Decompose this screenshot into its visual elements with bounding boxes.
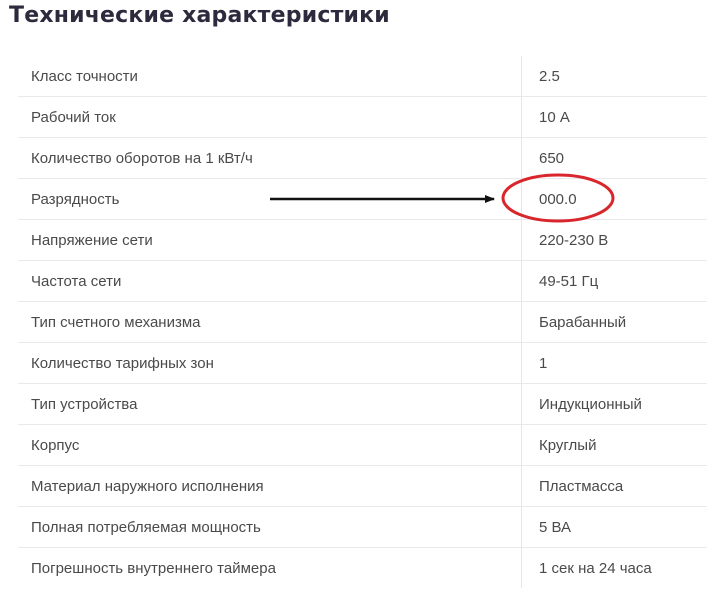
spec-value: 49-51 Гц: [521, 260, 707, 302]
spec-label: Частота сети: [18, 260, 522, 302]
spec-label: Класс точности: [18, 56, 522, 97]
table-row: Материал наружного исполнения Пластмасса: [18, 465, 707, 507]
spec-value: Круглый: [521, 424, 707, 466]
spec-value: 650: [521, 137, 707, 179]
spec-value: 220-230 В: [521, 219, 707, 261]
table-row: Тип устройства Индукционный: [18, 383, 707, 425]
table-row: Напряжение сети 220-230 В: [18, 219, 707, 261]
spec-label: Количество оборотов на 1 кВт/ч: [18, 137, 522, 179]
spec-value: Пластмасса: [521, 465, 707, 507]
table-row: Количество оборотов на 1 кВт/ч 650: [18, 137, 707, 179]
spec-value: 10 А: [521, 96, 707, 138]
table-row: Количество тарифных зон 1: [18, 342, 707, 384]
table-row: Погрешность внутреннего таймера 1 сек на…: [18, 547, 707, 588]
table-row: Тип счетного механизма Барабанный: [18, 301, 707, 343]
table-row: Корпус Круглый: [18, 424, 707, 466]
spec-label: Количество тарифных зон: [18, 342, 522, 384]
specs-table: Класс точности 2.5 Рабочий ток 10 А Коли…: [18, 56, 707, 588]
spec-value: 5 ВА: [521, 506, 707, 548]
spec-label: Разрядность: [18, 178, 522, 220]
spec-label: Тип устройства: [18, 383, 522, 425]
table-row: Полная потребляемая мощность 5 ВА: [18, 506, 707, 548]
spec-label: Корпус: [18, 424, 522, 466]
spec-label: Материал наружного исполнения: [18, 465, 522, 507]
spec-label: Погрешность внутреннего таймера: [18, 547, 522, 588]
specifications-page: Технические характеристики Класс точност…: [0, 0, 707, 602]
spec-value: Индукционный: [521, 383, 707, 425]
spec-label: Напряжение сети: [18, 219, 522, 261]
spec-value: 1 сек на 24 часа: [539, 559, 652, 577]
spec-value-highlighted: 000.0: [521, 178, 707, 220]
spec-label: Рабочий ток: [18, 96, 522, 138]
spec-value: Барабанный: [521, 301, 707, 343]
spec-value: 1: [521, 342, 707, 384]
table-row: Частота сети 49-51 Гц: [18, 260, 707, 302]
spec-label: Полная потребляемая мощность: [18, 506, 522, 548]
section-title: Технические характеристики: [9, 3, 390, 28]
table-row: Класс точности 2.5: [18, 56, 707, 97]
table-row: Разрядность 000.0: [18, 178, 707, 220]
table-row: Рабочий ток 10 А: [18, 96, 707, 138]
spec-label: Тип счетного механизма: [18, 301, 522, 343]
spec-value: 2.5: [521, 56, 707, 97]
